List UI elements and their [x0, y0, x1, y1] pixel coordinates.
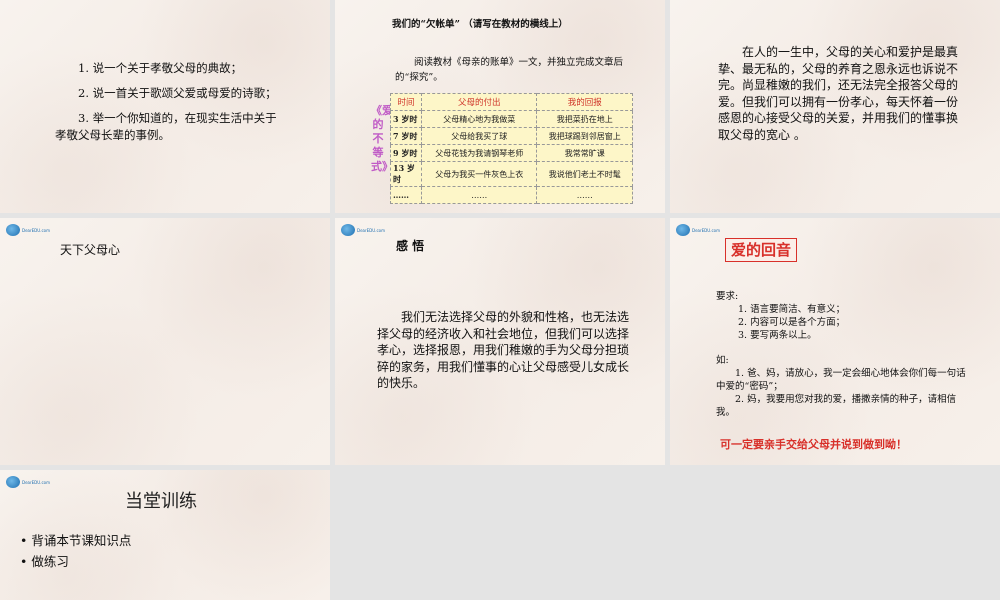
table-row: 3 岁时 父母精心地为我做菜 我把菜扔在地上 — [390, 110, 633, 128]
slide-thumbnail-6[interactable]: DearEDU.com 爱的回音 要求: 1. 语言要简洁、有意义； 2. 内容… — [670, 218, 1000, 465]
cell: 父母精心地为我做菜 — [420, 110, 538, 128]
table-row: 7 岁时 父母给我买了球 我把球踢到邻居窗上 — [390, 127, 633, 145]
cell: 9 岁时 — [390, 144, 422, 162]
body-text: 在人的一生中，父母的关心和爱护是最真挚、最无私的，父母的养育之恩永远也诉说不完。… — [718, 45, 959, 142]
globe-icon — [6, 224, 20, 236]
column-header: 我的回报 — [536, 93, 633, 111]
bullet-item: • 背诵本节课知识点 — [20, 533, 132, 548]
list-item: 3. 举一个你知道的，在现实生活中关于孝敬父母长辈的事例。 — [55, 111, 277, 142]
list-item: 3. 要写两条以上。 — [738, 330, 817, 341]
slide-thumbnail-5[interactable]: DearEDU.com 感 悟 我们无法选择父母的外貌和性格，也无法选择父母的经… — [335, 218, 665, 465]
slide-title: 爱的回音 — [725, 238, 798, 262]
cell: …… — [390, 186, 422, 204]
intro-text: 阅读教材《母亲的账单》一文，并独立完成文章后的“探究”。 — [395, 57, 624, 83]
example-item: 2. 妈，我要用您对我的爱，播撒亲情的种子，请相信我。 — [716, 394, 957, 418]
cell: 我把球踢到邻居窗上 — [536, 127, 633, 145]
cell: 我说他们老土不时髦 — [536, 161, 633, 187]
bullet-item: • 做练习 — [20, 554, 69, 569]
bullet-text: 做练习 — [31, 554, 69, 569]
table-row: 9 岁时 父母花钱为我请钢琴老师 我常常旷课 — [390, 144, 633, 162]
logo: DearEDU.com — [676, 224, 720, 236]
globe-icon — [6, 476, 20, 488]
logo: DearEDU.com — [6, 476, 50, 488]
globe-icon — [341, 224, 355, 236]
slide-title: 当堂训练 — [125, 491, 197, 512]
cell: 3 岁时 — [390, 110, 422, 128]
list-item: 1. 语言要简洁、有意义； — [738, 304, 846, 315]
slide-thumbnail-2[interactable]: 我们的“欠帐单” （请写在教材的横线上） 阅读教材《母亲的账单》一文，并独立完成… — [335, 0, 665, 213]
logo-text: DearEDU.com — [357, 227, 385, 233]
logo-text: DearEDU.com — [22, 479, 50, 485]
slide-heading: 我们的“欠帐单” （请写在教材的横线上） — [392, 19, 568, 30]
globe-icon — [676, 224, 690, 236]
slide-thumbnail-3[interactable]: 在人的一生中，父母的关心和爱护是最真挚、最无私的，父母的养育之恩永远也诉说不完。… — [670, 0, 1000, 213]
body-text: 我们无法选择父母的外貌和性格，也无法选择父母的经济收入和社会地位，但我们可以选择… — [377, 310, 630, 390]
slide-thumbnail-4[interactable]: DearEDU.com 天下父母心 — [0, 218, 330, 465]
table-row: 13 岁时 父母为我买一件灰色上衣 我说他们老土不时髦 — [390, 161, 633, 187]
column-header: 时间 — [390, 93, 422, 111]
slide-thumbnail-7[interactable]: DearEDU.com 当堂训练 • 背诵本节课知识点 • 做练习 — [0, 470, 330, 600]
cell: 父母给我买了球 — [420, 127, 538, 145]
example-label: 如: — [716, 355, 729, 366]
table-row: ……………… — [390, 186, 633, 204]
list-item: 2. 内容可以是各个方面； — [738, 317, 846, 328]
logo: DearEDU.com — [341, 224, 385, 236]
list-item: 2. 说一首关于歌颂父爱或母爱的诗歌； — [78, 86, 277, 100]
cell: 父母为我买一件灰色上衣 — [420, 161, 538, 187]
cell: 7 岁时 — [390, 127, 422, 145]
cell: 我把菜扔在地上 — [536, 110, 633, 128]
cell: 13 岁时 — [390, 161, 422, 187]
column-header: 父母的付出 — [420, 93, 538, 111]
cell: …… — [536, 186, 633, 204]
slide-title: 天下父母心 — [60, 243, 121, 257]
logo-text: DearEDU.com — [22, 227, 50, 233]
example-item: 1. 爸、妈，请放心，我一定会细心地体会你们每一句话中爱的“密码”； — [716, 368, 966, 392]
cell: 我常常旷课 — [536, 144, 633, 162]
bullet-text: 背诵本节课知识点 — [31, 533, 132, 548]
cell: …… — [420, 186, 538, 204]
requirements-label: 要求: — [716, 291, 739, 302]
data-table: 时间 父母的付出 我的回报 3 岁时 父母精心地为我做菜 我把菜扔在地上 7 岁时 父母给… — [390, 93, 633, 204]
side-title: 《爱的不等式》 — [371, 104, 393, 173]
footer-note: 可一定要亲手交给父母并说到做到呦！ — [720, 438, 907, 451]
list-item: 1. 说一个关于孝敬父母的典故； — [78, 61, 243, 75]
logo-text: DearEDU.com — [692, 227, 720, 233]
logo: DearEDU.com — [6, 224, 50, 236]
slide-thumbnail-1[interactable]: 1. 说一个关于孝敬父母的典故； 2. 说一首关于歌颂父爱或母爱的诗歌； 3. … — [0, 0, 330, 213]
slide-title: 感 悟 — [396, 239, 425, 253]
cell: 父母花钱为我请钢琴老师 — [420, 144, 538, 162]
